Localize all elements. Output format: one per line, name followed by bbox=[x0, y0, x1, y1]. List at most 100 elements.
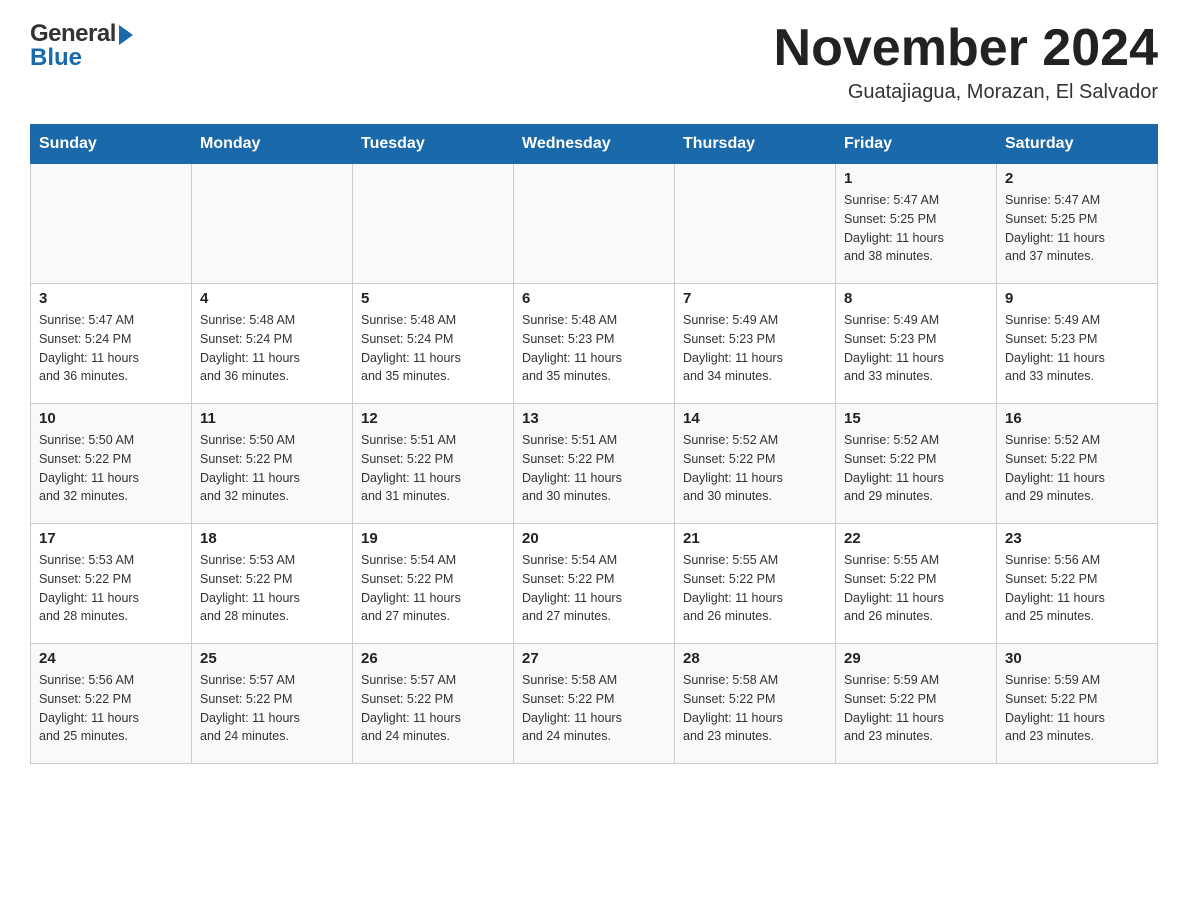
day-number: 16 bbox=[1005, 410, 1149, 427]
day-number: 17 bbox=[39, 530, 183, 547]
calendar-week-5: 24 Sunrise: 5:56 AMSunset: 5:22 PMDayligh… bbox=[31, 644, 1158, 764]
day-info: Sunrise: 5:49 AMSunset: 5:23 PMDaylight:… bbox=[1005, 311, 1149, 386]
day-number: 13 bbox=[522, 410, 666, 427]
month-title: November 2024 bbox=[774, 20, 1158, 77]
day-info: Sunrise: 5:48 AMSunset: 5:23 PMDaylight:… bbox=[522, 311, 666, 386]
calendar-header-thursday: Thursday bbox=[675, 125, 836, 164]
day-number: 19 bbox=[361, 530, 505, 547]
calendar-cell: 18 Sunrise: 5:53 AMSunset: 5:22 PMDayligh… bbox=[192, 524, 353, 644]
calendar-cell: 24 Sunrise: 5:56 AMSunset: 5:22 PMDayligh… bbox=[31, 644, 192, 764]
calendar-cell: 13 Sunrise: 5:51 AMSunset: 5:22 PMDayligh… bbox=[514, 404, 675, 524]
day-info: Sunrise: 5:48 AMSunset: 5:24 PMDaylight:… bbox=[361, 311, 505, 386]
calendar-cell: 22 Sunrise: 5:55 AMSunset: 5:22 PMDayligh… bbox=[836, 524, 997, 644]
day-number: 20 bbox=[522, 530, 666, 547]
calendar-cell bbox=[514, 164, 675, 284]
logo-blue-text: Blue bbox=[30, 44, 82, 72]
calendar-cell: 5 Sunrise: 5:48 AMSunset: 5:24 PMDaylight… bbox=[353, 284, 514, 404]
calendar-header-sunday: Sunday bbox=[31, 125, 192, 164]
day-info: Sunrise: 5:54 AMSunset: 5:22 PMDaylight:… bbox=[522, 551, 666, 626]
location-text: Guatajiagua, Morazan, El Salvador bbox=[774, 81, 1158, 104]
day-info: Sunrise: 5:50 AMSunset: 5:22 PMDaylight:… bbox=[39, 431, 183, 506]
calendar-cell bbox=[31, 164, 192, 284]
calendar-week-2: 3 Sunrise: 5:47 AMSunset: 5:24 PMDaylight… bbox=[31, 284, 1158, 404]
calendar-cell: 29 Sunrise: 5:59 AMSunset: 5:22 PMDayligh… bbox=[836, 644, 997, 764]
day-info: Sunrise: 5:47 AMSunset: 5:24 PMDaylight:… bbox=[39, 311, 183, 386]
day-number: 29 bbox=[844, 650, 988, 667]
day-info: Sunrise: 5:49 AMSunset: 5:23 PMDaylight:… bbox=[683, 311, 827, 386]
calendar-cell: 12 Sunrise: 5:51 AMSunset: 5:22 PMDayligh… bbox=[353, 404, 514, 524]
day-number: 14 bbox=[683, 410, 827, 427]
calendar-week-3: 10Sunrise: 5:50 AMSunset: 5:22 PMDayligh… bbox=[31, 404, 1158, 524]
calendar-header-row: SundayMondayTuesdayWednesdayThursdayFrid… bbox=[31, 125, 1158, 164]
day-number: 21 bbox=[683, 530, 827, 547]
day-info: Sunrise: 5:56 AMSunset: 5:22 PMDaylight:… bbox=[1005, 551, 1149, 626]
calendar-cell: 21Sunrise: 5:55 AMSunset: 5:22 PMDayligh… bbox=[675, 524, 836, 644]
calendar-cell: 8 Sunrise: 5:49 AMSunset: 5:23 PMDaylight… bbox=[836, 284, 997, 404]
day-info: Sunrise: 5:59 AMSunset: 5:22 PMDaylight:… bbox=[844, 671, 988, 746]
day-number: 27 bbox=[522, 650, 666, 667]
day-info: Sunrise: 5:52 AMSunset: 5:22 PMDaylight:… bbox=[1005, 431, 1149, 506]
day-info: Sunrise: 5:58 AMSunset: 5:22 PMDaylight:… bbox=[522, 671, 666, 746]
day-number: 15 bbox=[844, 410, 988, 427]
day-number: 9 bbox=[1005, 290, 1149, 307]
day-info: Sunrise: 5:57 AMSunset: 5:22 PMDaylight:… bbox=[361, 671, 505, 746]
calendar-table: SundayMondayTuesdayWednesdayThursdayFrid… bbox=[30, 124, 1158, 764]
day-info: Sunrise: 5:50 AMSunset: 5:22 PMDaylight:… bbox=[200, 431, 344, 506]
day-info: Sunrise: 5:53 AMSunset: 5:22 PMDaylight:… bbox=[200, 551, 344, 626]
logo: General Blue bbox=[30, 20, 133, 72]
calendar-cell: 4Sunrise: 5:48 AMSunset: 5:24 PMDaylight… bbox=[192, 284, 353, 404]
calendar-cell: 27 Sunrise: 5:58 AMSunset: 5:22 PMDayligh… bbox=[514, 644, 675, 764]
day-number: 23 bbox=[1005, 530, 1149, 547]
day-number: 12 bbox=[361, 410, 505, 427]
day-info: Sunrise: 5:59 AMSunset: 5:22 PMDaylight:… bbox=[1005, 671, 1149, 746]
calendar-header-tuesday: Tuesday bbox=[353, 125, 514, 164]
day-info: Sunrise: 5:49 AMSunset: 5:23 PMDaylight:… bbox=[844, 311, 988, 386]
day-info: Sunrise: 5:57 AMSunset: 5:22 PMDaylight:… bbox=[200, 671, 344, 746]
calendar-cell: 30Sunrise: 5:59 AMSunset: 5:22 PMDayligh… bbox=[997, 644, 1158, 764]
day-number: 8 bbox=[844, 290, 988, 307]
day-info: Sunrise: 5:51 AMSunset: 5:22 PMDaylight:… bbox=[361, 431, 505, 506]
calendar-cell: 23 Sunrise: 5:56 AMSunset: 5:22 PMDayligh… bbox=[997, 524, 1158, 644]
calendar-cell: 20 Sunrise: 5:54 AMSunset: 5:22 PMDayligh… bbox=[514, 524, 675, 644]
calendar-cell: 2Sunrise: 5:47 AMSunset: 5:25 PMDaylight… bbox=[997, 164, 1158, 284]
logo-arrow-icon bbox=[119, 25, 133, 45]
day-number: 11 bbox=[200, 410, 344, 427]
calendar-cell: 9 Sunrise: 5:49 AMSunset: 5:23 PMDaylight… bbox=[997, 284, 1158, 404]
calendar-cell bbox=[353, 164, 514, 284]
day-info: Sunrise: 5:52 AMSunset: 5:22 PMDaylight:… bbox=[683, 431, 827, 506]
calendar-week-4: 17 Sunrise: 5:53 AMSunset: 5:22 PMDayligh… bbox=[31, 524, 1158, 644]
calendar-cell: 25 Sunrise: 5:57 AMSunset: 5:22 PMDayligh… bbox=[192, 644, 353, 764]
calendar-cell: 6 Sunrise: 5:48 AMSunset: 5:23 PMDaylight… bbox=[514, 284, 675, 404]
calendar-cell: 3 Sunrise: 5:47 AMSunset: 5:24 PMDaylight… bbox=[31, 284, 192, 404]
day-info: Sunrise: 5:58 AMSunset: 5:22 PMDaylight:… bbox=[683, 671, 827, 746]
day-number: 5 bbox=[361, 290, 505, 307]
day-number: 18 bbox=[200, 530, 344, 547]
day-info: Sunrise: 5:56 AMSunset: 5:22 PMDaylight:… bbox=[39, 671, 183, 746]
day-number: 1 bbox=[844, 170, 988, 187]
page-header: General Blue November 2024 Guatajiagua, … bbox=[30, 20, 1158, 104]
day-number: 7 bbox=[683, 290, 827, 307]
day-number: 3 bbox=[39, 290, 183, 307]
calendar-cell: 17Sunrise: 5:53 AMSunset: 5:22 PMDayligh… bbox=[31, 524, 192, 644]
day-info: Sunrise: 5:52 AMSunset: 5:22 PMDaylight:… bbox=[844, 431, 988, 506]
calendar-cell: 10Sunrise: 5:50 AMSunset: 5:22 PMDayligh… bbox=[31, 404, 192, 524]
day-info: Sunrise: 5:55 AMSunset: 5:22 PMDaylight:… bbox=[844, 551, 988, 626]
calendar-cell: 14 Sunrise: 5:52 AMSunset: 5:22 PMDayligh… bbox=[675, 404, 836, 524]
day-info: Sunrise: 5:51 AMSunset: 5:22 PMDaylight:… bbox=[522, 431, 666, 506]
title-block: November 2024 Guatajiagua, Morazan, El S… bbox=[774, 20, 1158, 104]
calendar-cell bbox=[675, 164, 836, 284]
day-number: 4 bbox=[200, 290, 344, 307]
day-number: 22 bbox=[844, 530, 988, 547]
day-number: 6 bbox=[522, 290, 666, 307]
day-number: 26 bbox=[361, 650, 505, 667]
calendar-cell: 1 Sunrise: 5:47 AMSunset: 5:25 PMDaylight… bbox=[836, 164, 997, 284]
day-number: 2 bbox=[1005, 170, 1149, 187]
day-number: 25 bbox=[200, 650, 344, 667]
day-info: Sunrise: 5:47 AMSunset: 5:25 PMDaylight:… bbox=[844, 191, 988, 266]
calendar-cell: 7 Sunrise: 5:49 AMSunset: 5:23 PMDaylight… bbox=[675, 284, 836, 404]
day-number: 24 bbox=[39, 650, 183, 667]
day-info: Sunrise: 5:54 AMSunset: 5:22 PMDaylight:… bbox=[361, 551, 505, 626]
calendar-cell: 26 Sunrise: 5:57 AMSunset: 5:22 PMDayligh… bbox=[353, 644, 514, 764]
calendar-week-1: 1 Sunrise: 5:47 AMSunset: 5:25 PMDaylight… bbox=[31, 164, 1158, 284]
calendar-header-monday: Monday bbox=[192, 125, 353, 164]
